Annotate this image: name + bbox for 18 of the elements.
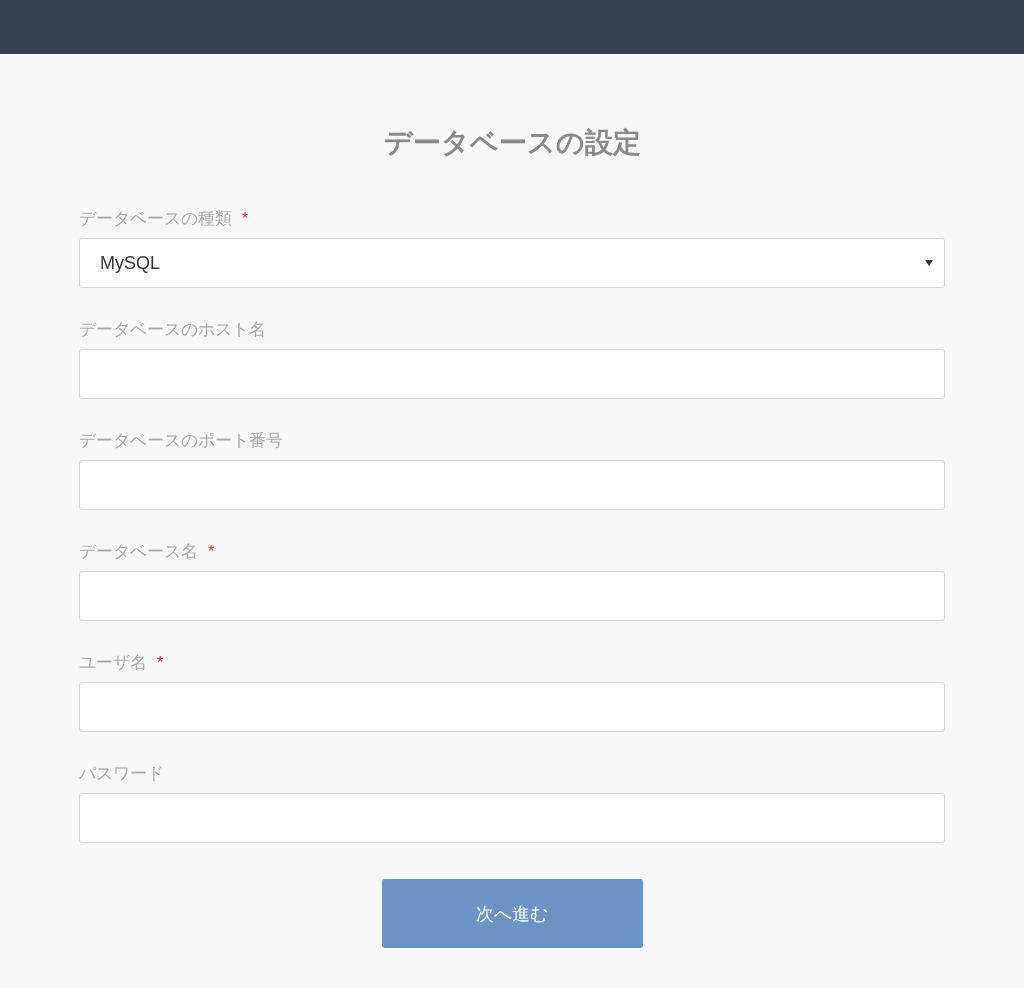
select-field[interactable]: MySQL: [79, 238, 945, 288]
field-label: データベースの種類: [79, 207, 232, 231]
input-field[interactable]: [79, 460, 945, 510]
required-mark: *: [242, 211, 249, 227]
field-label: パスワード: [79, 762, 164, 786]
required-mark: *: [157, 655, 164, 671]
page-title: データベースの設定: [383, 125, 641, 161]
field-label: データベース名: [79, 540, 198, 564]
field-label: ユーザ名: [79, 651, 147, 675]
input-field[interactable]: [79, 682, 945, 732]
field-label: データベースのホスト名: [79, 318, 266, 342]
required-mark: *: [208, 544, 215, 560]
input-field[interactable]: [79, 349, 945, 399]
caret-icon: [925, 260, 933, 266]
input-field[interactable]: [79, 571, 945, 621]
select-value: MySQL: [100, 251, 160, 275]
input-field[interactable]: [79, 793, 945, 843]
field-label: データベースのポート番号: [79, 429, 283, 453]
